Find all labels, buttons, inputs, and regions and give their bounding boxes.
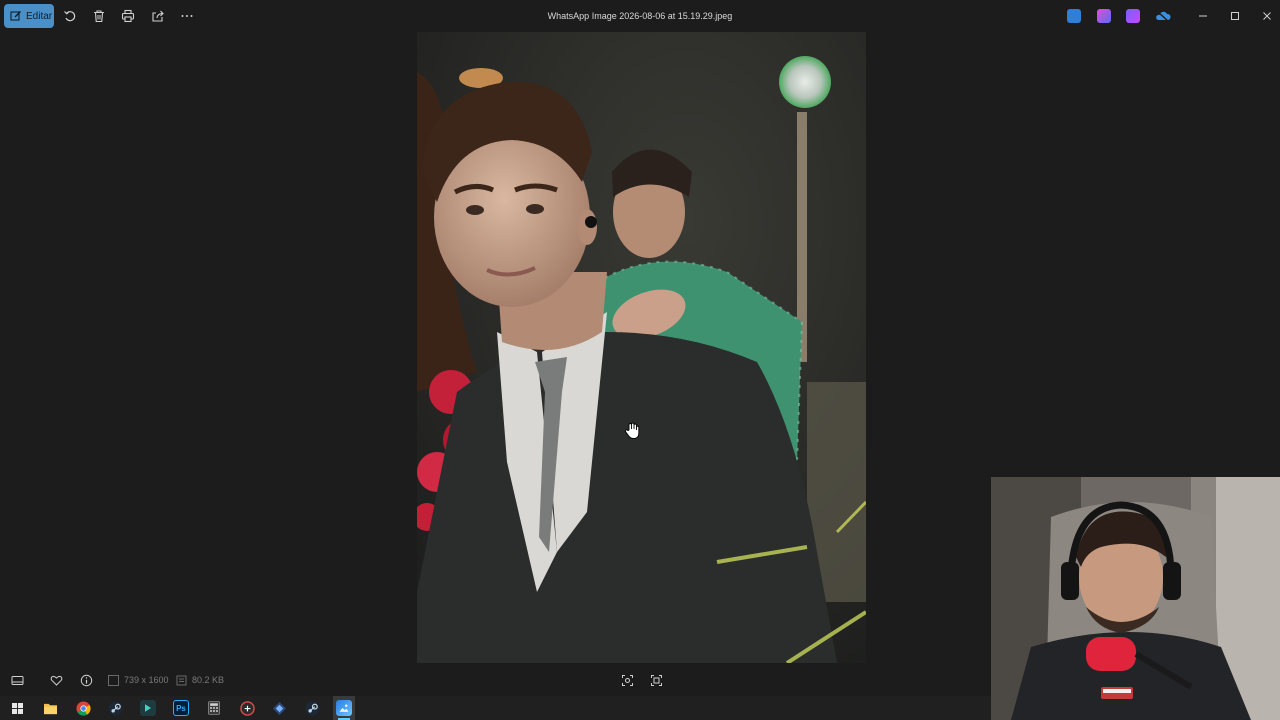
- hand-cursor-icon: [624, 422, 640, 440]
- filmstrip-icon: [11, 675, 23, 685]
- app-tray-icon[interactable]: [1067, 9, 1081, 23]
- photoshop-icon[interactable]: Ps: [173, 700, 189, 716]
- more-options-button[interactable]: [179, 8, 195, 24]
- edit-button-label: Editar: [26, 10, 53, 22]
- onedrive-icon[interactable]: [1155, 9, 1171, 23]
- app-icon[interactable]: [239, 700, 255, 716]
- app-icon[interactable]: [140, 700, 156, 716]
- minimize-button[interactable]: [1195, 8, 1211, 24]
- displayed-photo[interactable]: [417, 32, 866, 663]
- close-button[interactable]: [1259, 8, 1275, 24]
- trash-icon: [94, 10, 104, 23]
- actual-size-button[interactable]: [619, 672, 635, 688]
- rotate-button[interactable]: [62, 8, 78, 24]
- minimize-icon: [1199, 15, 1207, 17]
- print-icon: [121, 9, 135, 23]
- file-size: 80.2 KB: [192, 675, 225, 685]
- more-icon: [181, 15, 193, 17]
- steam-icon[interactable]: [107, 700, 123, 716]
- file-info-button[interactable]: [78, 672, 94, 688]
- app-icon[interactable]: [271, 700, 287, 716]
- filmstrip-button[interactable]: [9, 672, 25, 688]
- pencil-icon: [10, 11, 21, 21]
- calculator-icon[interactable]: [206, 700, 222, 716]
- dimensions-icon: [106, 672, 120, 688]
- photos-app-window: Editar WhatsApp Image 2026-08-06 at 15.1…: [0, 0, 1280, 720]
- file-explorer-icon[interactable]: [42, 700, 58, 716]
- chrome-icon[interactable]: [75, 700, 91, 716]
- file-size-icon: [174, 672, 188, 688]
- fit-to-window-button[interactable]: [648, 672, 664, 688]
- share-button[interactable]: [150, 8, 166, 24]
- actual-size-icon: [621, 674, 633, 686]
- share-icon: [152, 10, 164, 22]
- maximize-icon: [1231, 12, 1239, 20]
- info-icon: [80, 674, 92, 686]
- photo-illustration: [417, 32, 866, 663]
- print-button[interactable]: [120, 8, 136, 24]
- steam-icon[interactable]: [304, 700, 320, 716]
- streamer-webcam-illustration: [991, 477, 1280, 720]
- windows-start-icon[interactable]: [9, 700, 25, 716]
- delete-button[interactable]: [91, 8, 107, 24]
- fit-to-window-icon: [650, 674, 662, 686]
- file-title: WhatsApp Image 2026-08-06 at 15.19.29.jp…: [547, 11, 733, 21]
- edit-button[interactable]: Editar: [4, 4, 54, 28]
- favorite-button[interactable]: [48, 672, 64, 688]
- close-icon: [1263, 12, 1271, 20]
- photoshop-label: Ps: [176, 703, 186, 713]
- top-toolbar: Editar WhatsApp Image 2026-08-06 at 15.1…: [0, 0, 1280, 32]
- app-tray-icon[interactable]: [1126, 9, 1140, 23]
- photos-app-icon[interactable]: [336, 700, 352, 716]
- webcam-overlay: [991, 477, 1280, 720]
- app-tray-icon[interactable]: [1097, 9, 1111, 23]
- maximize-button[interactable]: [1227, 8, 1243, 24]
- image-dimensions: 739 x 1600: [124, 675, 169, 685]
- rotate-icon: [64, 11, 76, 22]
- heart-icon: [50, 675, 62, 686]
